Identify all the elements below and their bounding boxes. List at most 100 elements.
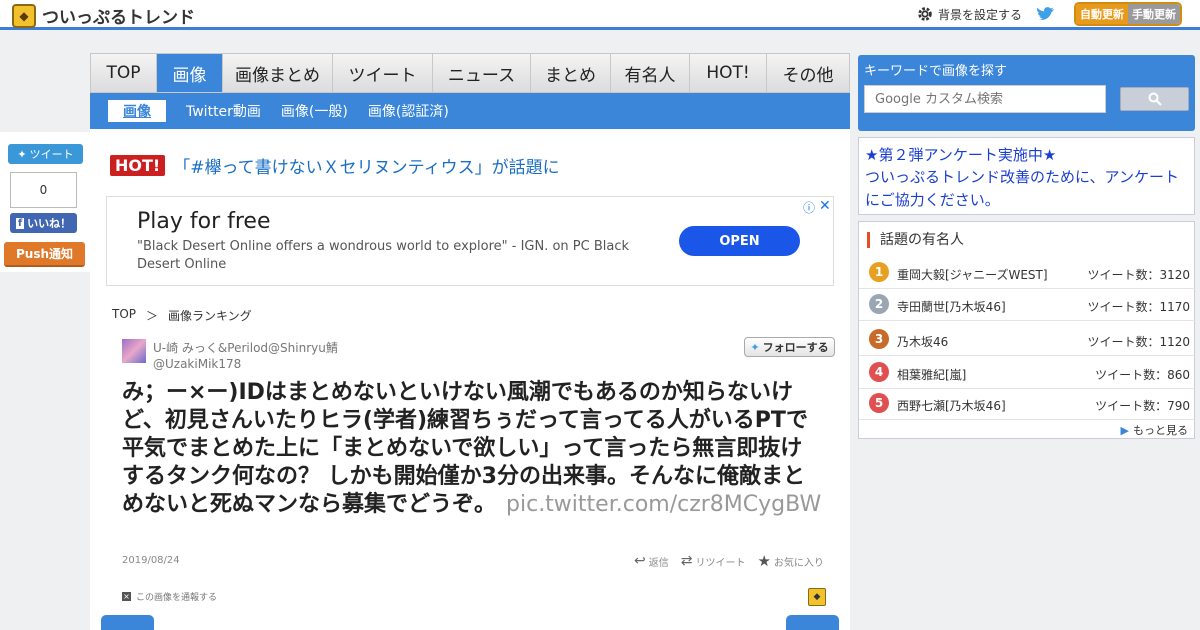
retweet-label: リツイート — [695, 557, 746, 569]
trending-celebrities: 話題の有名人 1 重岡大毅[ジャニーズWEST] ツイート数：3120 2 寺田… — [858, 221, 1196, 439]
gear-icon — [918, 7, 932, 21]
like-count: 0 — [10, 172, 77, 208]
auto-update-button[interactable]: 自動更新 — [1076, 4, 1128, 24]
reply-label: 返信 — [648, 557, 669, 569]
manual-update-button[interactable]: 手動更新 — [1128, 4, 1180, 24]
reply-icon: ↩ — [634, 553, 646, 569]
rank-4-badge-icon: 4 — [869, 362, 889, 382]
tab-images[interactable]: 画像 — [157, 54, 223, 92]
ad-banner[interactable]: Play for free "Black Desert Online offer… — [106, 196, 834, 286]
prev-button[interactable] — [101, 615, 154, 630]
tab-tweets[interactable]: ツイート — [333, 54, 433, 92]
twitter-follow-icon: ✦ — [750, 340, 760, 354]
celeb-tweet-count: ツイート数：1170 — [1087, 300, 1190, 314]
tab-news[interactable]: ニュース — [433, 54, 531, 92]
celeb-section-title: 話題の有名人 — [867, 232, 964, 248]
celeb-row[interactable]: 5 西野七瀬[乃木坂46] ツイート数：790 — [859, 389, 1196, 420]
push-notification-button[interactable]: Push通知 — [4, 242, 85, 267]
favorite-label: お気に入り — [773, 557, 824, 569]
like-label: いいね！ — [27, 217, 72, 230]
subtab-twitter-video[interactable]: Twitter動画 — [186, 101, 261, 121]
ad-open-button[interactable]: OPEN — [679, 226, 800, 256]
avatar[interactable] — [122, 339, 146, 363]
rank-5-badge-icon: 5 — [869, 393, 889, 413]
tab-matome[interactable]: まとめ — [531, 54, 611, 92]
breadcrumb: TOP ＞ 画像ランキング — [112, 307, 252, 324]
rank-3-medal-icon: 3 — [869, 329, 889, 349]
close-box-icon: × — [122, 592, 131, 601]
follow-button[interactable]: ✦ フォローする — [744, 337, 835, 357]
ad-close-icon[interactable]: ✕ — [819, 198, 831, 214]
celeb-tweet-count: ツイート数：860 — [1095, 368, 1190, 382]
breadcrumb-image-ranking[interactable]: 画像ランキング — [168, 307, 252, 324]
tweet-share-button[interactable]: ✦ ツイート — [8, 144, 83, 164]
hot-badge: HOT! — [110, 155, 166, 176]
ad-description: "Black Desert Online offers a wondrous w… — [137, 239, 630, 272]
tweet-share-label: ツイート — [29, 148, 74, 161]
retweet-icon: ⇄ — [680, 553, 693, 569]
tab-image-matome[interactable]: 画像まとめ — [223, 54, 333, 92]
celeb-name[interactable]: 西野七瀬[乃木坂46] — [897, 397, 1006, 414]
celeb-row[interactable]: 4 相葉雅紀[嵐] ツイート数：860 — [859, 358, 1196, 389]
breadcrumb-top[interactable]: TOP — [112, 307, 136, 324]
rank-1-medal-icon: 1 — [869, 262, 889, 282]
background-setting-label: 背景を設定する — [938, 7, 1023, 22]
ad-info-icon[interactable]: ⓘ — [803, 199, 815, 216]
subtab-images-verified[interactable]: 画像(認証済) — [368, 101, 449, 121]
favorite-action[interactable]: ★ お気に入り — [757, 552, 823, 570]
survey-banner[interactable]: ★第２弾アンケート実施中★ ついっぷるトレンド改善のために、アンケートにご協力く… — [858, 137, 1195, 215]
site-header: ◆ ついっぷるトレンド 背景を設定する 自動更新 手動更新 — [0, 0, 1200, 30]
more-label: もっと見る — [1133, 424, 1188, 437]
tab-celebrities[interactable]: 有名人 — [611, 54, 690, 92]
twitter-small-icon: ✦ — [17, 147, 27, 161]
report-label: この画像を通報する — [136, 593, 218, 603]
social-share-panel: ✦ ツイート 0 f いいね！ Push通知 — [0, 132, 90, 272]
twitter-bird-icon[interactable] — [1036, 4, 1058, 24]
search-input[interactable] — [864, 85, 1106, 113]
ad-title[interactable]: Play for free — [137, 209, 271, 234]
next-button[interactable] — [786, 615, 839, 630]
subtab-images-general[interactable]: 画像(一般) — [281, 101, 348, 121]
site-title: ついっぷるトレンド — [42, 8, 195, 28]
breadcrumb-separator: ＞ — [146, 309, 159, 323]
survey-title: ★第２弾アンケート実施中★ — [865, 146, 1057, 164]
celeb-tweet-count: ツイート数：1120 — [1087, 335, 1190, 349]
celeb-row[interactable]: 3 乃木坂46 ツイート数：1120 — [859, 325, 1196, 356]
tweet-actions: ↩ 返信 ⇄ リツイート ★ お気に入り — [634, 552, 824, 570]
facebook-icon: f — [15, 217, 25, 229]
celeb-row[interactable]: 2 寺田蘭世[乃木坂46] ツイート数：1170 — [859, 290, 1196, 321]
celeb-row[interactable]: 1 重岡大毅[ジャニーズWEST] ツイート数：3120 — [859, 258, 1196, 289]
update-toggle: 自動更新 手動更新 — [1074, 2, 1182, 26]
celeb-name[interactable]: 重岡大毅[ジャニーズWEST] — [897, 266, 1048, 283]
tab-hot[interactable]: HOT! — [690, 54, 767, 92]
background-setting-link[interactable]: 背景を設定する — [916, 5, 1022, 23]
tweet-body: み；ー×ー)IDはまとめないといけない風潮でもあるのか知らないけど、初見さんいた… — [122, 379, 822, 519]
tweet-date: 2019/08/24 — [122, 555, 180, 566]
celeb-tweet-count: ツイート数：790 — [1095, 399, 1190, 413]
tab-other[interactable]: その他 — [767, 54, 849, 92]
site-logo[interactable]: ◆ ついっぷるトレンド — [12, 3, 195, 28]
image-search-panel: キーワードで画像を探す — [858, 55, 1195, 131]
star-icon: ★ — [757, 552, 771, 570]
celeb-name[interactable]: 乃木坂46 — [897, 333, 948, 350]
search-button[interactable] — [1120, 87, 1189, 111]
report-image-link[interactable]: × この画像を通報する — [122, 590, 217, 603]
facebook-like-button[interactable]: f いいね！ — [10, 213, 77, 233]
site-mini-logo-icon: ◆ — [808, 588, 826, 606]
retweet-action[interactable]: ⇄ リツイート — [681, 552, 746, 570]
tweet-image-link[interactable]: pic.twitter.com/czr8MCygBW — [506, 492, 821, 517]
user-handle[interactable]: @UzakiMik178 — [153, 357, 241, 371]
celeb-name[interactable]: 相葉雅紀[嵐] — [897, 366, 966, 383]
user-name[interactable]: U-崎 みっく&Perilod@Shinryu鯖 — [153, 339, 338, 356]
hot-topic-link[interactable]: 「#欅って書けないＸセリヌンティウス」が話題に — [173, 153, 559, 178]
tab-top[interactable]: TOP — [91, 54, 157, 92]
subtab-images[interactable]: 画像 — [108, 100, 166, 122]
celeb-name[interactable]: 寺田蘭世[乃木坂46] — [897, 298, 1006, 315]
search-title: キーワードで画像を探す — [864, 64, 1008, 79]
follow-label: フォローする — [762, 341, 829, 354]
search-icon — [1148, 92, 1162, 106]
reply-action[interactable]: ↩ 返信 — [634, 552, 669, 570]
main-content: HOT! 「#欅って書けないＸセリヌンティウス」が話題に Play for fr… — [90, 129, 850, 630]
hot-topic: HOT! 「#欅って書けないＸセリヌンティウス」が話題に — [110, 153, 560, 178]
more-link[interactable]: ▶ もっと見る — [1121, 422, 1188, 438]
